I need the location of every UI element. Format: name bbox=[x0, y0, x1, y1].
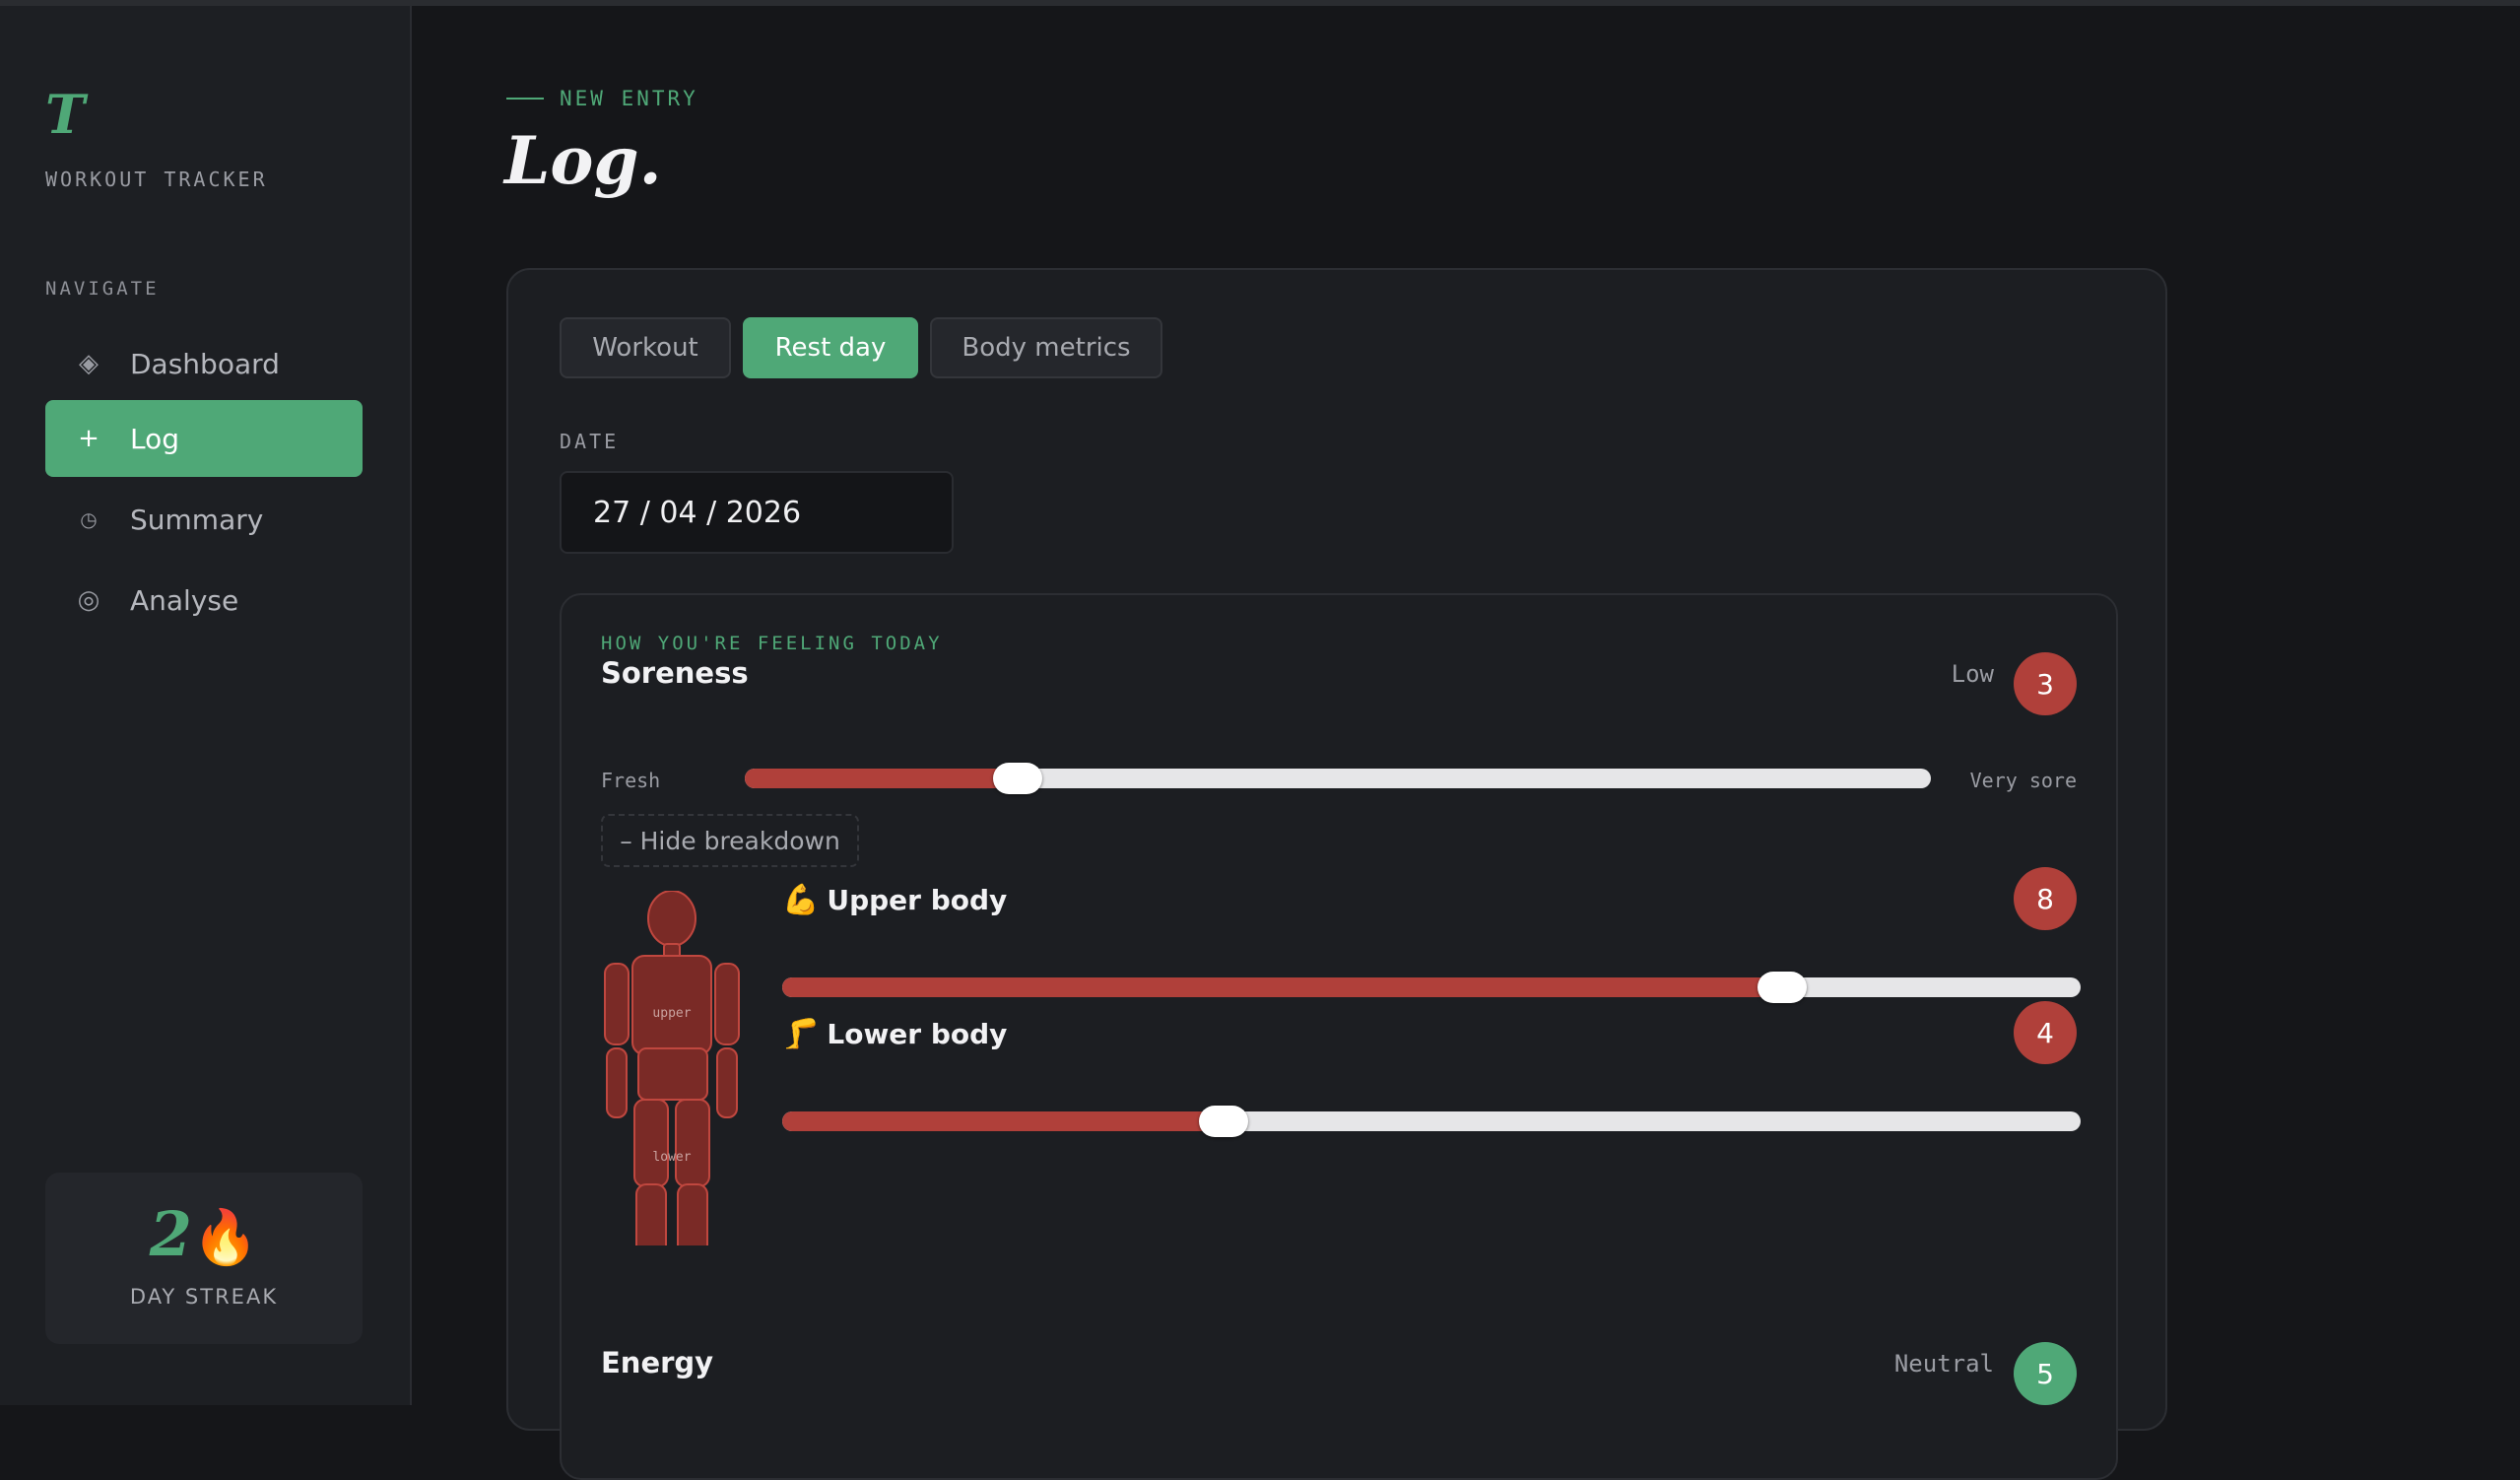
slider-fill bbox=[782, 1111, 1225, 1131]
upper-body-name: Upper body bbox=[827, 884, 1008, 916]
lower-body-label: 🦵 Lower body bbox=[782, 1017, 1007, 1051]
figure-left-forearm bbox=[606, 1047, 628, 1118]
figure-left-thigh bbox=[633, 1099, 669, 1187]
soreness-value-badge: 3 bbox=[2014, 652, 2077, 715]
figure-right-forearm bbox=[716, 1047, 738, 1118]
soreness-slider[interactable] bbox=[745, 763, 1931, 794]
streak-label: DAY STREAK bbox=[129, 1285, 279, 1309]
upper-body-label: 💪 Upper body bbox=[782, 883, 1007, 917]
slider-fill bbox=[745, 769, 1018, 788]
figure-hips bbox=[637, 1047, 708, 1101]
figure-upper-label: upper bbox=[652, 1006, 691, 1021]
streak-value: 2 bbox=[149, 1198, 192, 1270]
eyebrow-dash bbox=[506, 98, 544, 100]
figure-lower-label: lower bbox=[652, 1150, 691, 1165]
upper-body-slider[interactable] bbox=[782, 972, 2081, 1003]
tab-body-metrics[interactable]: Body metrics bbox=[930, 317, 1162, 378]
figure-right-shin bbox=[677, 1183, 708, 1245]
figure-head bbox=[647, 891, 696, 947]
upper-body-value-badge: 8 bbox=[2014, 867, 2077, 930]
lower-body-slider[interactable] bbox=[782, 1106, 2081, 1137]
feeling-panel: HOW YOU'RE FEELING TODAY Soreness Low 3 … bbox=[560, 593, 2118, 1480]
sidebar-item-log[interactable]: + Log bbox=[45, 400, 363, 477]
date-label: DATE bbox=[560, 430, 620, 453]
soreness-label: Soreness bbox=[601, 656, 749, 690]
slider-thumb[interactable] bbox=[992, 763, 1042, 794]
slider-thumb[interactable] bbox=[1199, 1106, 1249, 1137]
sidebar-item-analyse[interactable]: ◎ Analyse bbox=[45, 562, 363, 639]
body-figure: upper lower bbox=[604, 891, 740, 1245]
tab-rest-day[interactable]: Rest day bbox=[743, 317, 918, 378]
target-icon: ◎ bbox=[77, 585, 100, 615]
slider-thumb[interactable] bbox=[1757, 972, 1807, 1003]
energy-label: Energy bbox=[601, 1346, 714, 1379]
sidebar-item-label: Dashboard bbox=[130, 347, 280, 380]
diamond-icon: ◈ bbox=[79, 349, 99, 378]
clock-icon: ◷ bbox=[80, 507, 98, 531]
lower-body-name: Lower body bbox=[827, 1018, 1008, 1050]
streak-card: 2🔥 DAY STREAK bbox=[45, 1173, 363, 1344]
figure-left-shin bbox=[635, 1183, 667, 1245]
fire-icon: 🔥 bbox=[191, 1205, 259, 1268]
soreness-status: Low bbox=[1951, 660, 1994, 688]
hide-breakdown-button[interactable]: – Hide breakdown bbox=[601, 814, 859, 867]
feeling-title: HOW YOU'RE FEELING TODAY bbox=[601, 633, 943, 654]
figure-left-upper-arm bbox=[604, 963, 630, 1045]
entry-card: Workout Rest day Body metrics DATE 27 / … bbox=[506, 268, 2167, 1480]
nav-section-title: NAVIGATE bbox=[45, 278, 160, 300]
energy-status: Neutral bbox=[1893, 1350, 1994, 1378]
soreness-min-label: Fresh bbox=[601, 769, 661, 792]
plus-icon: + bbox=[78, 424, 99, 453]
sidebar-item-summary[interactable]: ◷ Summary bbox=[45, 481, 363, 558]
soreness-max-label: Very sore bbox=[1969, 769, 2077, 792]
app-logo: T bbox=[45, 83, 86, 146]
sidebar: T WORKOUT TRACKER NAVIGATE ◈ Dashboard +… bbox=[0, 6, 412, 1405]
app-name: WORKOUT TRACKER bbox=[45, 168, 268, 191]
sidebar-item-label: Summary bbox=[130, 503, 264, 536]
streak-count: 2🔥 bbox=[45, 1198, 363, 1270]
slider-fill bbox=[782, 977, 1782, 997]
sidebar-item-label: Log bbox=[130, 422, 180, 455]
sidebar-item-label: Analyse bbox=[130, 583, 239, 617]
flexed-arm-icon: 💪 bbox=[782, 883, 820, 917]
figure-right-upper-arm bbox=[714, 963, 740, 1045]
lower-body-value-badge: 4 bbox=[2014, 1001, 2077, 1064]
tab-workout[interactable]: Workout bbox=[560, 317, 731, 378]
page-title: Log. bbox=[504, 122, 662, 199]
eyebrow-text: NEW ENTRY bbox=[560, 87, 698, 110]
figure-right-thigh bbox=[675, 1099, 710, 1187]
figure-upper-torso bbox=[631, 955, 712, 1055]
energy-value-badge: 5 bbox=[2014, 1342, 2077, 1405]
page-eyebrow: NEW ENTRY bbox=[506, 87, 698, 110]
sidebar-item-dashboard[interactable]: ◈ Dashboard bbox=[45, 325, 363, 402]
leg-icon: 🦵 bbox=[782, 1017, 820, 1051]
date-input[interactable]: 27 / 04 / 2026 bbox=[560, 471, 954, 554]
